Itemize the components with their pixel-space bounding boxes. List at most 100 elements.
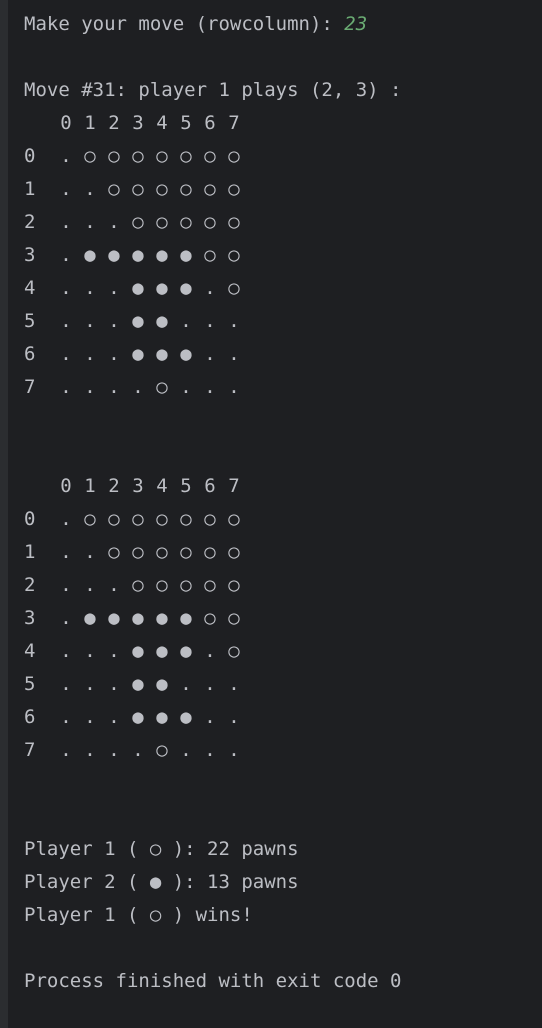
- board-cell: .: [204, 706, 216, 728]
- row-label: 0: [24, 508, 36, 530]
- column-header: 7: [228, 475, 240, 497]
- board-cell: ●: [132, 706, 144, 728]
- board-cell: ○: [180, 574, 192, 596]
- row-label: 5: [24, 310, 36, 332]
- board-cell: .: [204, 310, 216, 332]
- board-cell: ○: [204, 607, 216, 629]
- board-cell: .: [108, 211, 120, 233]
- column-header: 5: [180, 475, 192, 497]
- board-row: 4... ● ● ●. ○: [24, 272, 534, 305]
- board-cell: ●: [84, 244, 96, 266]
- board-cell: .: [60, 277, 72, 299]
- board-cell: .: [84, 376, 96, 398]
- board-row: 5... ● ●...: [24, 668, 534, 701]
- board-cell: .: [60, 343, 72, 365]
- board-cell: ○: [228, 541, 240, 563]
- column-header: 5: [180, 112, 192, 134]
- column-header: 3: [132, 112, 144, 134]
- board-cell: ●: [132, 277, 144, 299]
- exit-code-line: Process finished with exit code 0: [24, 970, 402, 992]
- board-row: 6... ● ● ●..: [24, 701, 534, 734]
- board-cell: ○: [228, 211, 240, 233]
- board-cell: .: [60, 673, 72, 695]
- board-cell: ○: [180, 508, 192, 530]
- board-cell: ●: [156, 310, 168, 332]
- board-cell: ○: [108, 508, 120, 530]
- board-row: 3. ● ● ● ● ● ○ ○: [24, 239, 534, 272]
- board-row: 1.. ○ ○ ○ ○ ○ ○: [24, 536, 534, 569]
- board-cell: .: [84, 178, 96, 200]
- column-header: 6: [204, 112, 216, 134]
- board-2: 0 1 2 3 4 5 6 7 0. ○ ○ ○ ○ ○ ○ ○ 1.. ○ ○ ○ ○ ○ ○ 2... ○ ○ ○ ○ ○ 3. ● ● ●…: [24, 470, 534, 767]
- board-cell: .: [84, 310, 96, 332]
- board-cell: .: [60, 640, 72, 662]
- board-row: 0. ○ ○ ○ ○ ○ ○ ○: [24, 503, 534, 536]
- board-cell: .: [60, 178, 72, 200]
- board-cell: ○: [156, 376, 168, 398]
- board-cell: ○: [132, 145, 144, 167]
- board-cell: ○: [228, 607, 240, 629]
- row-label: 7: [24, 376, 36, 398]
- board-cell: .: [60, 145, 72, 167]
- column-header-row: 01234567: [24, 107, 534, 140]
- board-cell: .: [84, 574, 96, 596]
- winner-line: Player 1 ( ○ ) wins!: [24, 904, 253, 926]
- row-label: 2: [24, 574, 36, 596]
- board-row: 2... ○ ○ ○ ○ ○: [24, 206, 534, 239]
- run-console-output[interactable]: Make your move (rowcolumn): 23 Move #31:…: [24, 8, 534, 998]
- board-cell: .: [228, 739, 240, 761]
- board-cell: .: [60, 706, 72, 728]
- board-cell: ○: [180, 145, 192, 167]
- user-input-text: 23: [344, 13, 368, 35]
- board-cell: ○: [228, 508, 240, 530]
- board-cell: ○: [156, 178, 168, 200]
- board-cell: .: [60, 310, 72, 332]
- board-cell: .: [228, 343, 240, 365]
- board-cell: ●: [156, 277, 168, 299]
- board-cell: ○: [228, 640, 240, 662]
- board-cell: .: [180, 673, 192, 695]
- board-cell: ●: [132, 244, 144, 266]
- board-cell: ○: [84, 508, 96, 530]
- board-row: 6... ● ● ●..: [24, 338, 534, 371]
- board-cell: .: [204, 640, 216, 662]
- board-cell: .: [108, 574, 120, 596]
- board-cell: .: [180, 376, 192, 398]
- row-label: 4: [24, 640, 36, 662]
- board-cell: .: [60, 541, 72, 563]
- board-row: 3. ● ● ● ● ● ○ ○: [24, 602, 534, 635]
- board-cell: ○: [132, 541, 144, 563]
- board-cell: ○: [132, 178, 144, 200]
- board-cell: .: [60, 508, 72, 530]
- board-cell: .: [204, 343, 216, 365]
- row-label: 4: [24, 277, 36, 299]
- board-cell: .: [108, 673, 120, 695]
- board-cell: ○: [228, 244, 240, 266]
- prompt-line: Make your move (rowcolumn): 23: [24, 8, 534, 41]
- column-header: 3: [132, 475, 144, 497]
- board-cell: ●: [132, 607, 144, 629]
- board-cell: ○: [156, 541, 168, 563]
- board-cell: ●: [108, 607, 120, 629]
- board-cell: ●: [180, 706, 192, 728]
- board-cell: .: [84, 343, 96, 365]
- board-cell: ○: [132, 574, 144, 596]
- board-cell: .: [84, 277, 96, 299]
- board-cell: ○: [108, 178, 120, 200]
- move-line: Move #31: player 1 plays (2, 3) :: [24, 79, 402, 101]
- board-cell: .: [228, 706, 240, 728]
- prompt-label: Make your move (rowcolumn):: [24, 13, 345, 35]
- row-label: 2: [24, 211, 36, 233]
- board-cell: ●: [180, 277, 192, 299]
- board-cell: .: [108, 310, 120, 332]
- board-cell: ○: [180, 178, 192, 200]
- row-label: 1: [24, 541, 36, 563]
- row-label: 7: [24, 739, 36, 761]
- board-cell: .: [60, 376, 72, 398]
- board-cell: ○: [204, 211, 216, 233]
- board-cell: .: [84, 541, 96, 563]
- board-cell: ○: [204, 244, 216, 266]
- board-cell: ●: [156, 244, 168, 266]
- board-cell: ●: [180, 244, 192, 266]
